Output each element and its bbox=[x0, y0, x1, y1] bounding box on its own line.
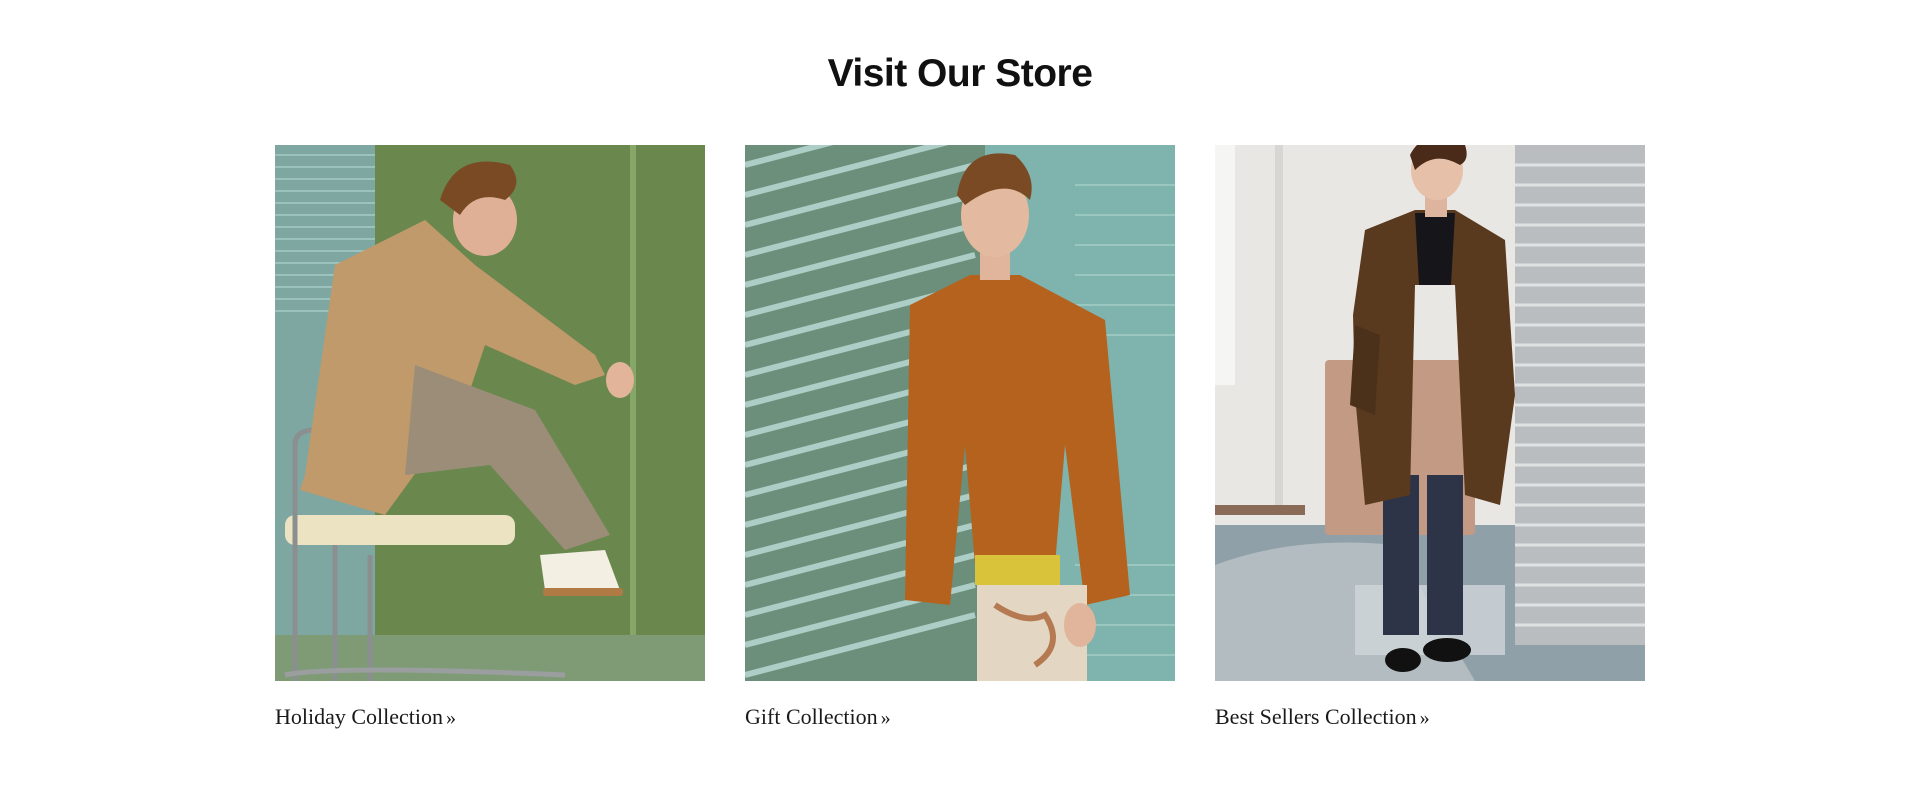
holiday-collection-link[interactable]: Holiday Collection» bbox=[275, 703, 456, 732]
holiday-collection-label: Holiday Collection bbox=[275, 704, 444, 729]
collection-card-best-sellers[interactable]: Best Sellers Collection» bbox=[1215, 145, 1645, 732]
gift-collection-image[interactable] bbox=[745, 145, 1175, 681]
holiday-collection-image[interactable] bbox=[275, 145, 705, 681]
collection-card-gift[interactable]: Gift Collection» bbox=[745, 145, 1175, 732]
collection-card-holiday[interactable]: Holiday Collection» bbox=[275, 145, 705, 732]
chevron-right-icon: » bbox=[446, 707, 457, 729]
photo-icon bbox=[745, 145, 1175, 681]
best-sellers-collection-link[interactable]: Best Sellers Collection» bbox=[1215, 703, 1430, 732]
best-sellers-collection-label: Best Sellers Collection bbox=[1215, 704, 1417, 729]
photo-icon bbox=[275, 145, 705, 681]
gift-collection-label: Gift Collection bbox=[745, 704, 878, 729]
photo-icon bbox=[1215, 145, 1645, 681]
chevron-right-icon: » bbox=[1419, 707, 1430, 729]
best-sellers-collection-image[interactable] bbox=[1215, 145, 1645, 681]
chevron-right-icon: » bbox=[880, 707, 891, 729]
section-title: Visit Our Store bbox=[827, 52, 1093, 95]
gift-collection-link[interactable]: Gift Collection» bbox=[745, 703, 891, 732]
